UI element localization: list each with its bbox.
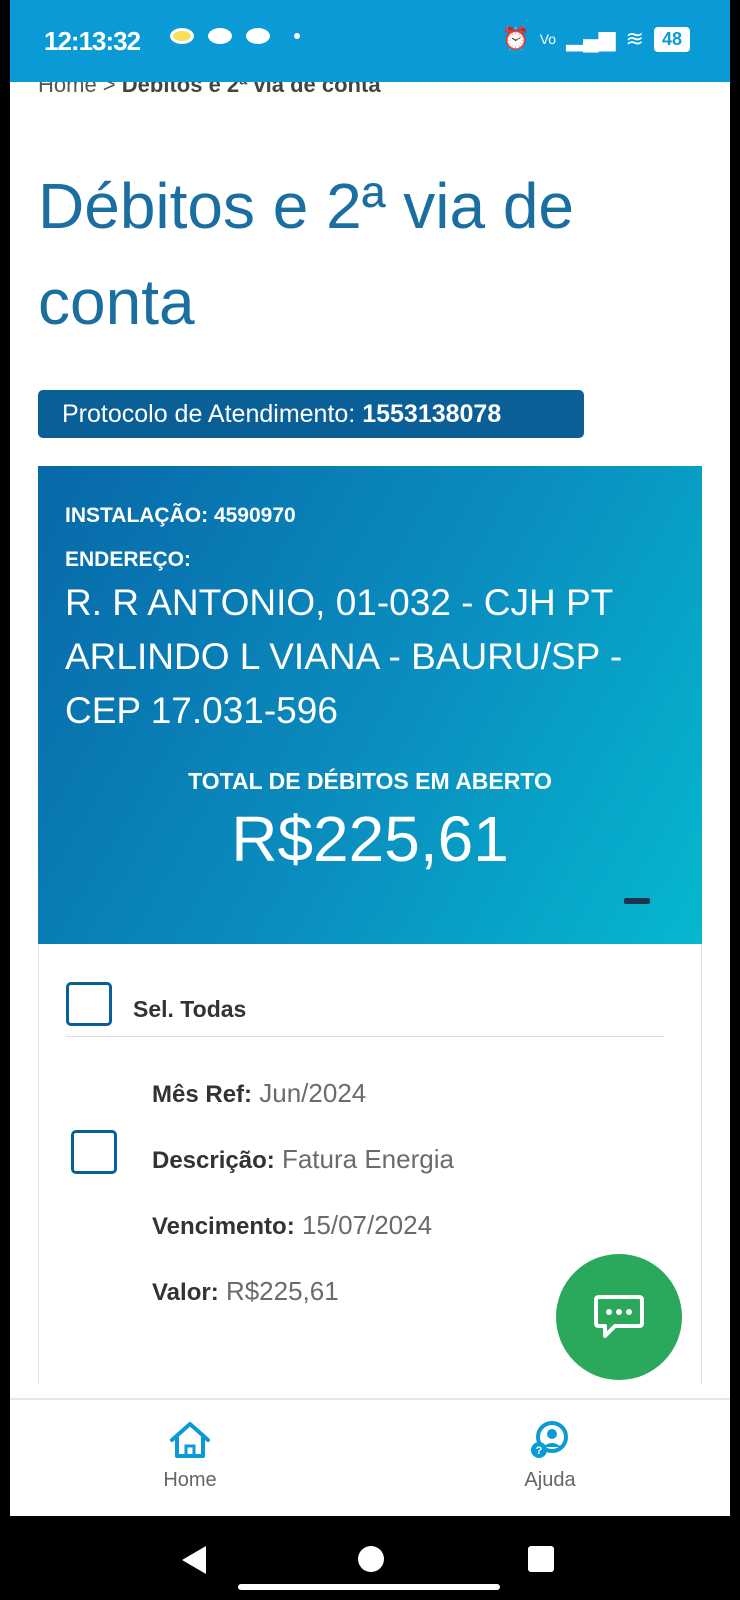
description-value: Fatura Energia [281, 1144, 454, 1174]
total-value: R$225,61 [231, 803, 509, 875]
nav-home[interactable]: Home [140, 1420, 240, 1492]
recents-icon[interactable] [528, 1546, 554, 1572]
nav-help[interactable]: ? Ajuda [500, 1420, 600, 1492]
month-ref-field: Mês Ref: Jun/2024 [152, 1078, 366, 1109]
battery-icon: 48 [653, 26, 690, 52]
total-label: TOTAL DE DÉBITOS EM ABERTO [188, 768, 552, 794]
home-icon [170, 1422, 210, 1458]
due-date-value: 15/07/2024 [301, 1210, 433, 1240]
installation-label: INSTALAÇÃO: [65, 504, 209, 527]
breadcrumb: Home > Débitos e 2ª via de conta [38, 82, 381, 98]
status-indicators: ⏰ Vo ▂▄▆ ≋ 48 [502, 26, 690, 52]
amount-label: Valor: [152, 1279, 219, 1306]
svg-text:?: ? [536, 1445, 543, 1457]
chat-icon [594, 1295, 644, 1338]
select-all-checkbox[interactable] [66, 982, 112, 1026]
help-icon: ? [531, 1421, 568, 1458]
nav-home-label: Home [163, 1469, 217, 1491]
address-label: ENDEREÇO: [65, 548, 192, 571]
breadcrumb-current: Débitos e 2ª via de conta [121, 82, 381, 97]
more-notifications-icon [294, 33, 300, 39]
month-ref-value: Jun/2024 [259, 1078, 367, 1108]
debt-summary-card: INSTALAÇÃO: 4590970 ENDEREÇO: R. R ANTON… [38, 466, 702, 944]
select-all-label: Sel. Todas [133, 996, 247, 1022]
alarm-icon: ⏰ [502, 26, 530, 51]
notification-icon [246, 28, 270, 44]
description-label: Descrição: [152, 1147, 275, 1174]
protocol-banner: Protocolo de Atendimento: 1553138078 [38, 390, 584, 438]
amount-value: R$225,61 [225, 1276, 339, 1306]
amount-field: Valor: R$225,61 [152, 1276, 339, 1307]
bottom-navigation: Home ? Ajuda [10, 1398, 730, 1516]
installation-line: INSTALAÇÃO: 4590970 [65, 504, 296, 528]
protocol-number: 1553138078 [362, 400, 502, 428]
status-time: 12:13:32 [44, 26, 141, 56]
wifi-icon: ≋ [625, 26, 644, 51]
network-label: Vo [539, 31, 557, 47]
nav-help-label: Ajuda [524, 1469, 576, 1491]
breadcrumb-home-link[interactable]: Home > [38, 82, 116, 97]
due-date-field: Vencimento: 15/07/2024 [152, 1210, 432, 1241]
gesture-bar[interactable] [238, 1584, 500, 1590]
address-text: R. R ANTONIO, 01-032 - CJH PT ARLINDO L … [65, 582, 623, 731]
back-icon[interactable] [182, 1546, 206, 1574]
notification-icons [170, 28, 300, 44]
month-ref-label: Mês Ref: [152, 1081, 253, 1108]
due-date-label: Vencimento: [152, 1213, 295, 1240]
home-circle-icon[interactable] [358, 1546, 384, 1572]
status-bar: 12:13:32 ⏰ Vo ▂▄▆ ≋ 48 [10, 0, 730, 82]
collapse-icon[interactable] [624, 898, 650, 904]
chat-button[interactable] [556, 1254, 682, 1380]
page-title: Débitos e 2ª via de conta [38, 170, 574, 338]
installation-number: 4590970 [213, 504, 296, 527]
protocol-label: Protocolo de Atendimento: [62, 400, 356, 428]
app-screen: Home > Débitos e 2ª via de conta Débitos… [10, 82, 730, 1516]
notification-icon [170, 28, 194, 44]
notification-icon [208, 28, 232, 44]
signal-icon: ▂▄▆ [566, 26, 616, 51]
description-field: Descrição: Fatura Energia [152, 1144, 454, 1175]
system-navigation-bar [0, 1516, 740, 1600]
divider [66, 1036, 664, 1037]
item-checkbox[interactable] [71, 1130, 117, 1174]
